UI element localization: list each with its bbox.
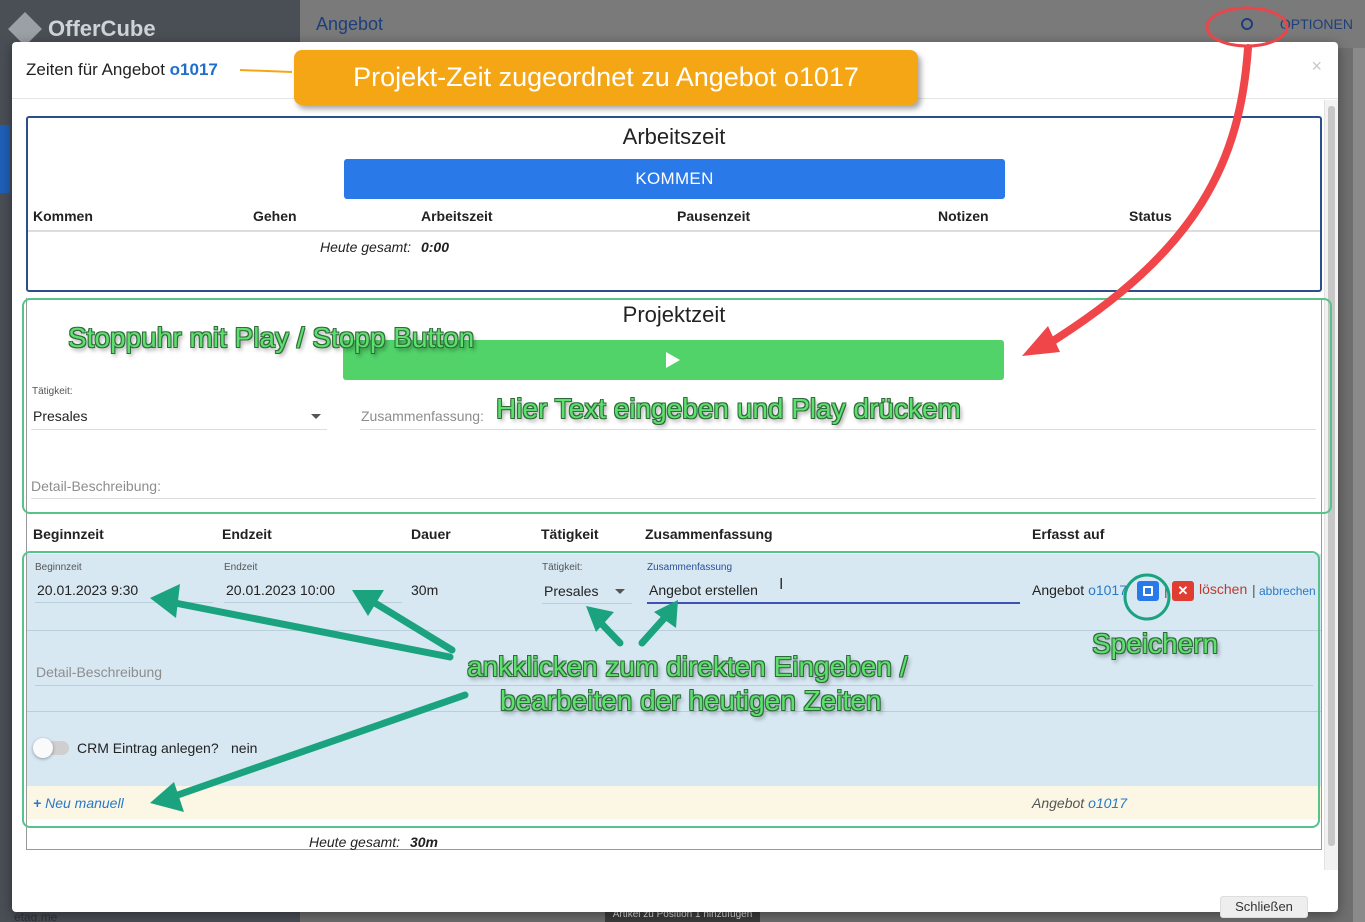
cube-icon: [8, 12, 42, 46]
col-pausenzeit: Pausenzeit: [677, 208, 751, 224]
app-header: Angebot OPTIONEN: [300, 0, 1365, 48]
col-beginnzeit: Beginnzeit: [33, 526, 104, 542]
options-menu[interactable]: OPTIONEN: [1280, 16, 1353, 32]
col-gehen: Gehen: [253, 208, 297, 224]
col-arbeitszeit: Arbeitszeit: [421, 208, 493, 224]
col-erfasst-auf: Erfasst auf: [1032, 526, 1105, 542]
kommen-button[interactable]: KOMMEN: [344, 159, 1005, 199]
modal-title-text: Zeiten für Angebot: [26, 60, 165, 79]
page-scrollbar[interactable]: [1353, 48, 1365, 922]
total-label: Heute gesamt:: [320, 239, 412, 255]
modal-title: Zeiten für Angebot o1017: [26, 60, 218, 80]
annotation-enter-text: Hier Text eingeben und Play drückem: [496, 393, 961, 424]
close-icon[interactable]: ×: [1311, 56, 1322, 77]
col-notizen: Notizen: [938, 208, 989, 224]
annotation-click-edit-2: bearbeiten der heutigen Zeiten: [500, 685, 882, 716]
schliessen-button[interactable]: Schließen: [1220, 896, 1308, 918]
col-zusammenfassung: Zusammenfassung: [645, 526, 773, 542]
col-kommen: Kommen: [33, 208, 93, 224]
arbeitszeit-title: Arbeitszeit: [622, 124, 726, 149]
col-dauer: Dauer: [411, 526, 451, 542]
arbeitszeit-panel: Arbeitszeit KOMMEN Kommen Gehen Arbeitsz…: [26, 116, 1322, 292]
pz-total-label: Heute gesamt:: [309, 834, 401, 850]
pz-total-value: 30m: [409, 834, 438, 850]
breadcrumb[interactable]: Angebot: [316, 14, 383, 35]
arbeitszeit-total: Heute gesamt: 0:00: [320, 239, 449, 255]
app-logo: OfferCube: [8, 12, 156, 46]
logo-text: OfferCube: [48, 16, 156, 41]
total-value: 0:00: [420, 239, 449, 255]
sidebar-active-item[interactable]: [0, 125, 10, 193]
annotation-callout: Projekt-Zeit zugeordnet zu Angebot o1017: [294, 50, 918, 105]
col-taetigkeit: Tätigkeit: [541, 526, 599, 542]
arbeitszeit-header: Kommen Gehen Arbeitszeit Pausenzeit Noti…: [28, 206, 1320, 232]
projektzeit-total: Heute gesamt: 30m: [309, 834, 438, 850]
offer-link[interactable]: o1017: [170, 60, 218, 79]
clock-icon[interactable]: [1241, 18, 1253, 30]
annotation-stopwatch: Stoppuhr mit Play / Stopp Button: [68, 322, 475, 353]
annotation-click-edit-1: ankklicken zum direkten Eingeben /: [467, 651, 908, 682]
col-endzeit: Endzeit: [222, 526, 272, 542]
col-status: Status: [1129, 208, 1172, 224]
annotation-save: Speichern: [1092, 628, 1219, 659]
